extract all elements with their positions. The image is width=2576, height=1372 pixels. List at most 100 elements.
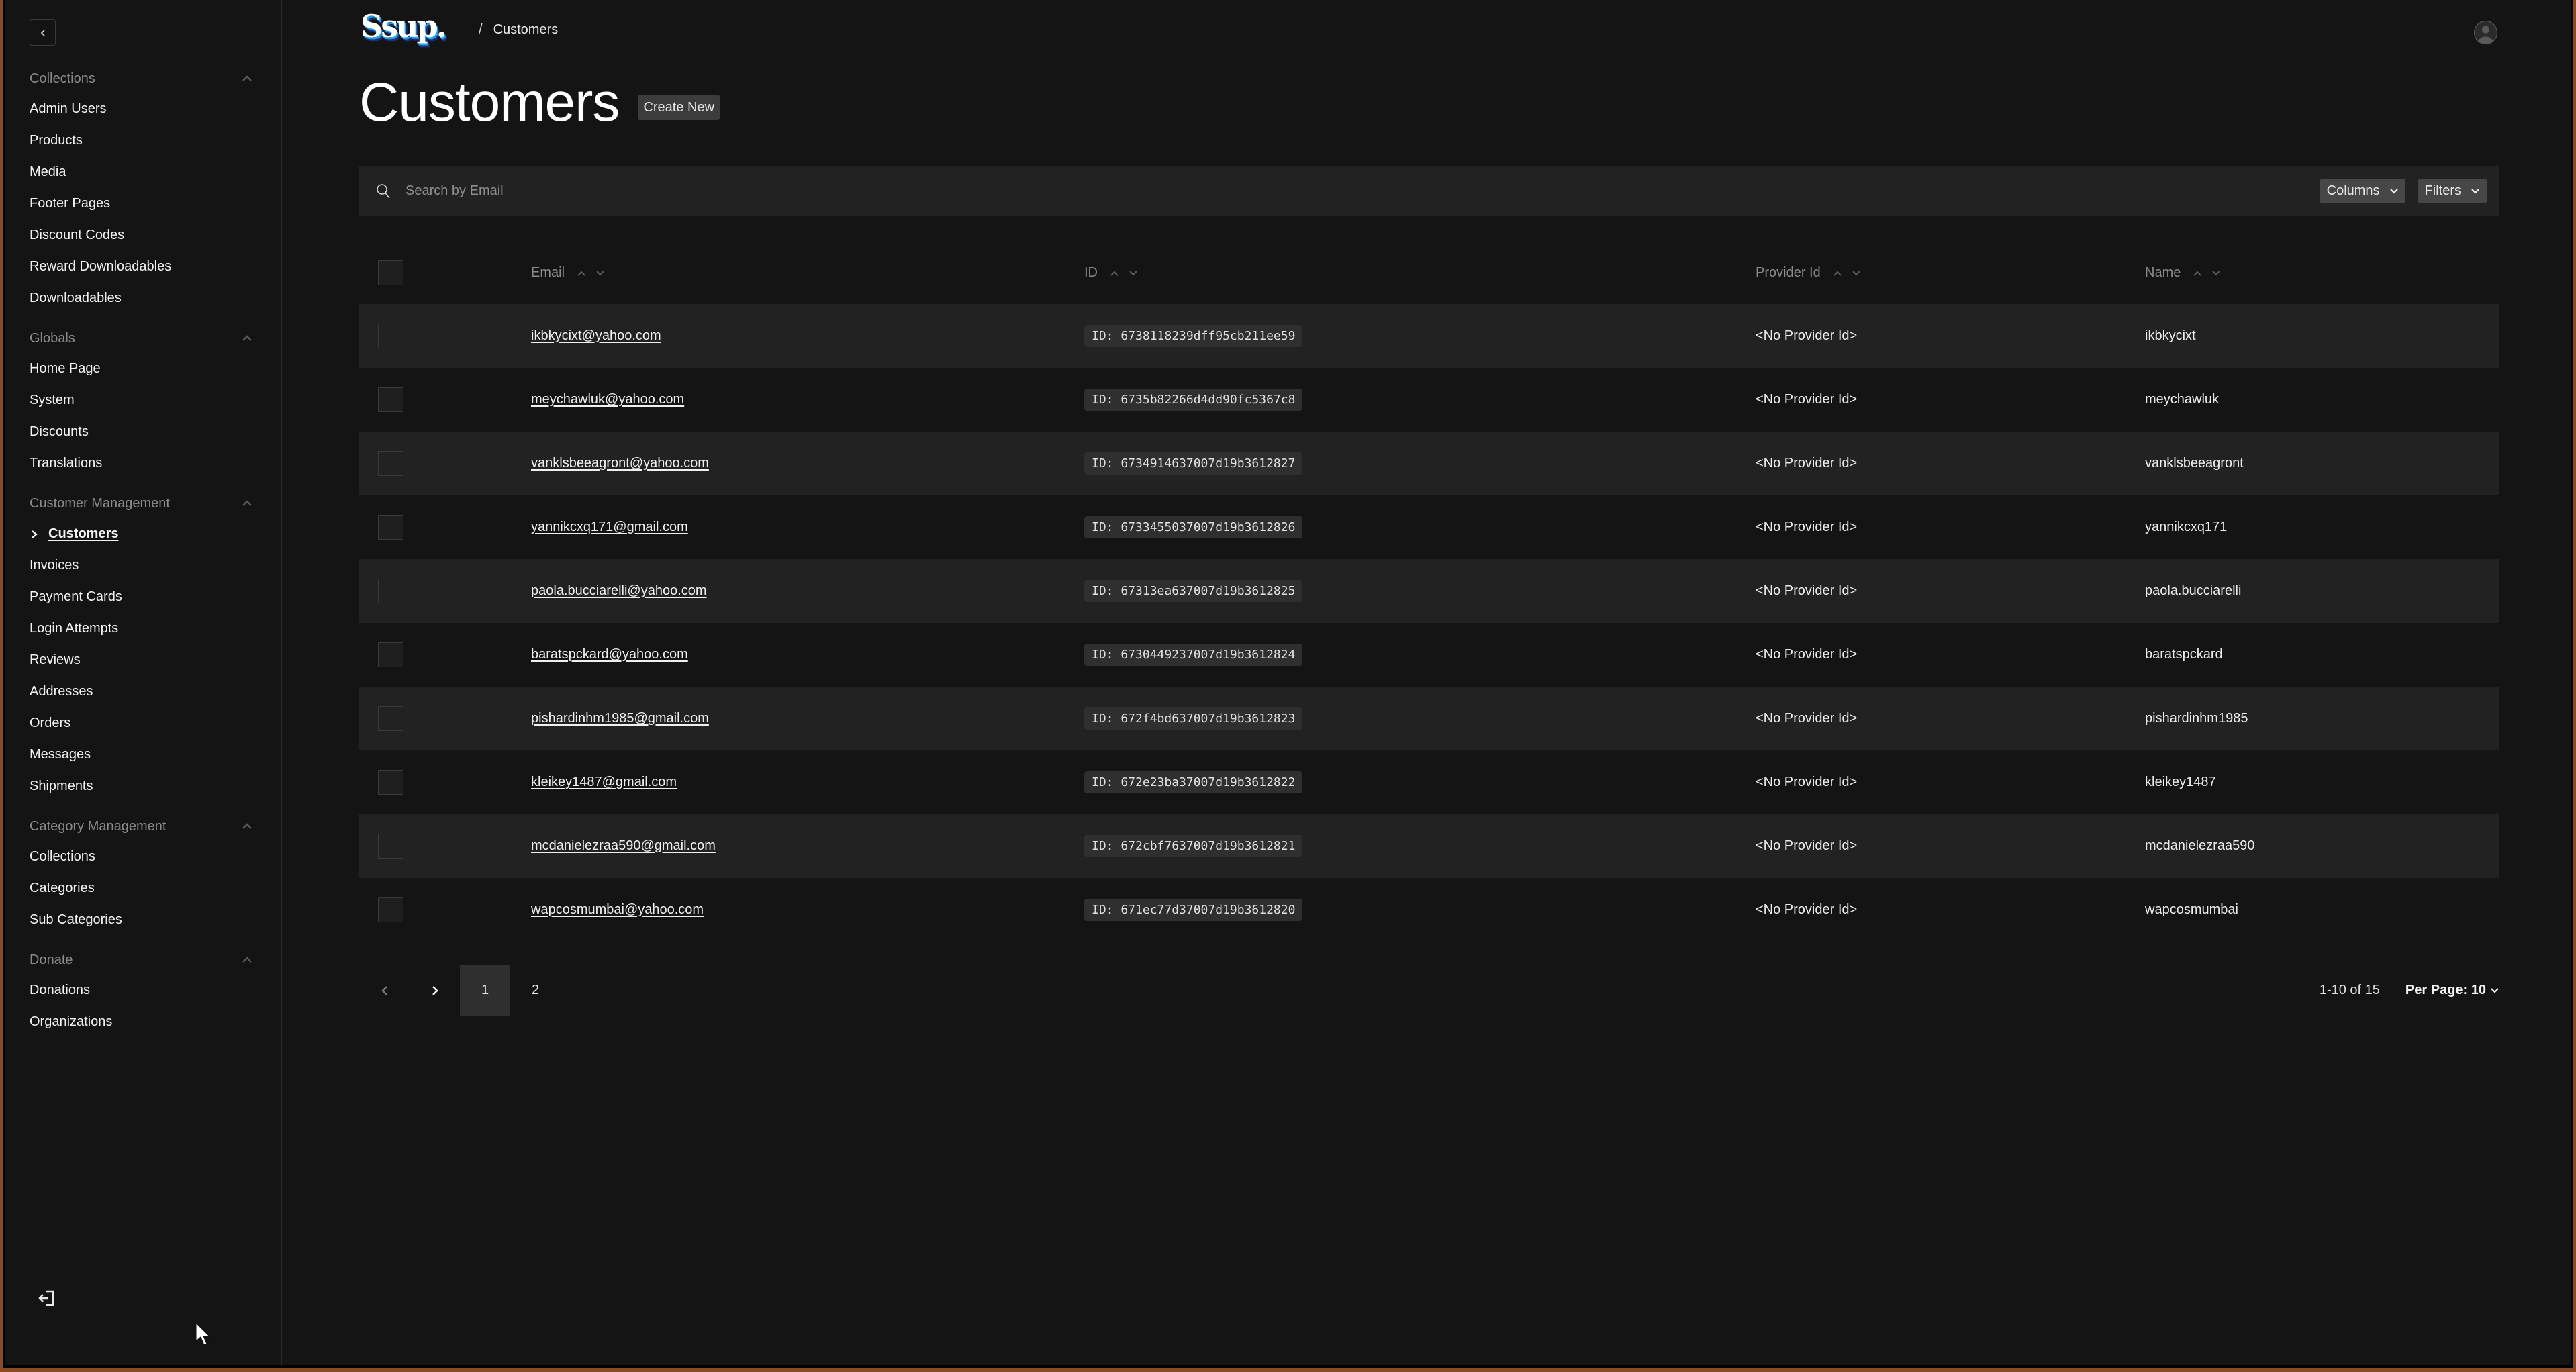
select-all-checkbox[interactable] — [378, 260, 403, 285]
sidebar-item-customers[interactable]: Customers — [30, 518, 261, 550]
table-body: ikbkycixt@yahoo.com ID: 6738118239dff95c… — [359, 304, 2499, 942]
sidebar-item-payment-cards[interactable]: Payment Cards — [30, 581, 261, 613]
sort-ascending-icon[interactable] — [2193, 270, 2202, 277]
sort-descending-icon[interactable] — [2211, 270, 2221, 277]
table-row: meychawluk@yahoo.com ID: 6735b82266d4dd9… — [359, 368, 2499, 432]
sidebar-item-invoices[interactable]: Invoices — [30, 550, 261, 581]
ssup-logo[interactable]: Ssup. Ssup. Ssup. — [359, 9, 465, 50]
previous-page-button[interactable] — [359, 965, 410, 1016]
sidebar-item-organizations[interactable]: Organizations — [30, 1006, 261, 1038]
sidebar-item-products[interactable]: Products — [30, 125, 261, 156]
row-checkbox[interactable] — [378, 579, 403, 603]
sort-ascending-icon[interactable] — [1110, 270, 1119, 277]
email-link[interactable]: paola.bucciarelli@yahoo.com — [531, 583, 707, 598]
name-cell: vanklsbeeagront — [2145, 456, 2244, 471]
sidebar-item-label: Addresses — [30, 684, 93, 699]
pagination-info: 1-10 of 15 Per Page: 10 — [2320, 983, 2499, 998]
per-page-select[interactable]: Per Page: 10 — [2405, 983, 2499, 998]
sidebar-item-downloadables[interactable]: Downloadables — [30, 283, 261, 314]
sidebar-item-collections[interactable]: Collections — [30, 841, 261, 873]
filters-button[interactable]: Filters — [2418, 179, 2487, 203]
next-page-button[interactable] — [410, 965, 460, 1016]
collapse-sidebar-button[interactable] — [30, 19, 56, 46]
table-row: pishardinhm1985@gmail.com ID: 672f4bd637… — [359, 687, 2499, 750]
account-button[interactable] — [2473, 20, 2498, 45]
window-frame: Collections Admin Users Products Media Foote… — [3, 0, 2573, 1368]
email-link[interactable]: baratspckard@yahoo.com — [531, 647, 688, 662]
nav-group-toggle[interactable]: Collections — [30, 64, 261, 93]
nav-group-label: Collections — [30, 70, 95, 86]
row-checkbox[interactable] — [378, 324, 403, 348]
email-link[interactable]: ikbkycixt@yahoo.com — [531, 328, 661, 343]
email-link[interactable]: vanklsbeeagront@yahoo.com — [531, 456, 709, 471]
email-link[interactable]: yannikcxq171@gmail.com — [531, 520, 688, 534]
page-button[interactable]: 2 — [510, 965, 561, 1016]
sidebar-item-addresses[interactable]: Addresses — [30, 676, 261, 707]
sidebar-item-reviews[interactable]: Reviews — [30, 644, 261, 676]
email-link[interactable]: kleikey1487@gmail.com — [531, 775, 677, 789]
sidebar-item-donations[interactable]: Donations — [30, 975, 261, 1006]
logout-button[interactable] — [37, 1289, 56, 1307]
nav-group-toggle[interactable]: Category Management — [30, 812, 261, 841]
user-avatar-icon — [2473, 20, 2498, 45]
nav-group: Globals Home Page System Discounts Translati… — [30, 324, 261, 479]
column-header-name: Name — [2145, 265, 2499, 281]
columns-button[interactable]: Columns — [2320, 179, 2405, 203]
sidebar-item-discount-codes[interactable]: Discount Codes — [30, 219, 261, 251]
sidebar-item-orders[interactable]: Orders — [30, 707, 261, 739]
email-link[interactable]: pishardinhm1985@gmail.com — [531, 711, 709, 726]
email-link[interactable]: mcdanielezraa590@gmail.com — [531, 838, 716, 853]
search-input[interactable] — [406, 183, 2320, 199]
sidebar-item-categories[interactable]: Categories — [30, 873, 261, 904]
main-content: Ssup. Ssup. Ssup. / Customers Customers … — [287, 0, 2571, 1365]
nav-group-toggle[interactable]: Customer Management — [30, 489, 261, 518]
sidebar-item-reward-downloadables[interactable]: Reward Downloadables — [30, 251, 261, 283]
create-new-button[interactable]: Create New — [638, 95, 720, 120]
chevron-down-icon — [2491, 987, 2499, 993]
sidebar-item-footer-pages[interactable]: Footer Pages — [30, 188, 261, 219]
row-checkbox[interactable] — [378, 770, 403, 795]
chevron-right-icon — [432, 985, 438, 995]
nav-group-toggle[interactable]: Globals — [30, 324, 261, 353]
page-button[interactable]: 1 — [460, 965, 510, 1016]
provider-id-cell: <No Provider Id> — [1756, 838, 1858, 853]
breadcrumb-separator: / — [479, 21, 483, 37]
sidebar-item-label: Invoices — [30, 558, 79, 573]
sidebar-item-home-page[interactable]: Home Page — [30, 353, 261, 385]
table-row: baratspckard@yahoo.com ID: 6730449237007… — [359, 623, 2499, 687]
sidebar-item-login-attempts[interactable]: Login Attempts — [30, 613, 261, 644]
name-cell: paola.bucciarelli — [2145, 583, 2242, 598]
sidebar-item-label: Translations — [30, 456, 103, 471]
sidebar-item-messages[interactable]: Messages — [30, 739, 261, 771]
nav-group-toggle[interactable]: Donate — [30, 945, 261, 975]
row-checkbox[interactable] — [378, 515, 403, 540]
sort-descending-icon[interactable] — [595, 270, 605, 277]
sidebar-item-sub-categories[interactable]: Sub Categories — [30, 904, 261, 936]
nav-group: Category Management Collections Categories… — [30, 812, 261, 936]
sidebar-item-label: Customers — [48, 526, 119, 541]
sort-descending-icon[interactable] — [1129, 270, 1138, 277]
sort-descending-icon[interactable] — [1852, 270, 1861, 277]
row-checkbox[interactable] — [378, 706, 403, 731]
email-link[interactable]: wapcosmumbai@yahoo.com — [531, 902, 704, 917]
sort-ascending-icon[interactable] — [577, 270, 586, 277]
sidebar-item-translations[interactable]: Translations — [30, 448, 261, 479]
email-link[interactable]: meychawluk@yahoo.com — [531, 392, 684, 407]
sort-ascending-icon[interactable] — [1833, 270, 1842, 277]
nav-group: Donate Donations Organizations — [30, 945, 261, 1038]
sidebar-item-label: Login Attempts — [30, 621, 119, 636]
row-checkbox[interactable] — [378, 387, 403, 412]
sidebar-item-shipments[interactable]: Shipments — [30, 771, 261, 802]
mouse-cursor-icon — [195, 1322, 211, 1346]
sidebar-item-system[interactable]: System — [30, 385, 261, 416]
sidebar-item-discounts[interactable]: Discounts — [30, 416, 261, 448]
sidebar-item-media[interactable]: Media — [30, 156, 261, 188]
row-checkbox[interactable] — [378, 642, 403, 667]
sidebar-item-admin-users[interactable]: Admin Users — [30, 93, 261, 125]
id-badge: ID: 6733455037007d19b3612826 — [1084, 516, 1303, 538]
id-badge: ID: 67313ea637007d19b3612825 — [1084, 580, 1303, 602]
per-page-label: Per Page: 10 — [2405, 983, 2486, 997]
row-checkbox[interactable] — [378, 897, 403, 922]
row-checkbox[interactable] — [378, 451, 403, 476]
row-checkbox[interactable] — [378, 834, 403, 859]
